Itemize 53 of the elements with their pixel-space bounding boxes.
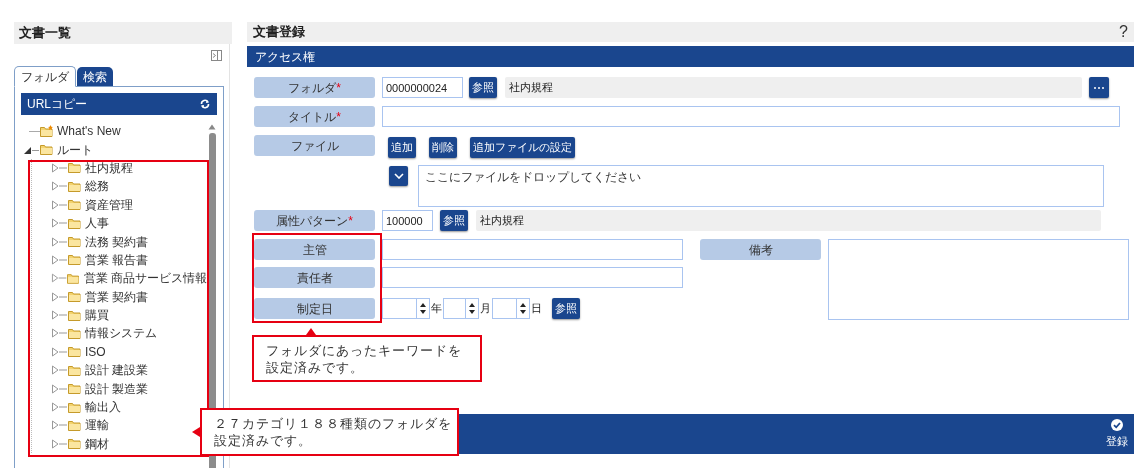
tree-item[interactable]: 設計 建設業 <box>85 361 149 380</box>
callout-text: 設定済みです。 <box>266 359 365 376</box>
section-title: アクセス権 <box>255 48 315 66</box>
field-label: 責任者 <box>254 267 375 288</box>
tree-item[interactable]: What's New <box>57 122 121 141</box>
tree-item[interactable]: 購買 <box>85 306 109 325</box>
field-label: 制定日 <box>254 298 375 319</box>
tab[interactable]: フォルダ <box>14 66 76 87</box>
tree-item[interactable]: 総務 <box>85 177 109 196</box>
folder-id-field[interactable]: 0000000024 <box>382 77 463 98</box>
file-button[interactable]: 追加 <box>388 137 416 158</box>
drop-area[interactable]: ここにファイルをドロップしてください <box>418 165 1104 207</box>
field-label: タイトル* <box>254 106 375 127</box>
date-unit: 年 <box>431 301 442 317</box>
panel-title: 文書登録 <box>253 23 305 42</box>
field-label: フォルダ* <box>254 77 375 98</box>
tree-item[interactable]: 営業 商品サービス情報 <box>83 269 207 288</box>
file-button[interactable]: 削除 <box>429 137 457 158</box>
tree-item[interactable]: 資産管理 <box>85 195 133 214</box>
attribute-name-field: 社内規程 <box>476 210 1101 231</box>
field-label: 備考 <box>700 239 821 260</box>
tree-item[interactable]: 営業 契約書 <box>85 287 149 306</box>
tree-item[interactable]: 法務 契約書 <box>85 232 149 251</box>
callout-text: 設定済みです。 <box>214 432 313 449</box>
date-unit: 月 <box>480 301 491 317</box>
url-copy-bar[interactable]: URLコピー <box>21 93 217 115</box>
callout-text: ２７カテゴリ１８８種類のフォルダを <box>214 415 453 432</box>
folder-name-field: 社内規程 <box>505 77 1082 98</box>
pattern-id-field[interactable]: 100000 <box>382 210 433 231</box>
tree-item[interactable]: 人事 <box>85 214 109 233</box>
field-label: 属性パターン* <box>254 210 375 231</box>
tree-item[interactable]: 営業 報告書 <box>85 250 149 269</box>
tree-item[interactable]: 情報システム <box>85 324 157 343</box>
tree-item[interactable]: 設計 製造業 <box>85 379 149 398</box>
callout-text: フォルダにあったキーワードを <box>266 342 463 359</box>
browse-button[interactable]: 参照 <box>469 77 497 98</box>
tab[interactable]: 検索 <box>77 67 113 86</box>
tree-item[interactable]: ISO <box>85 342 106 361</box>
tree-item[interactable]: 運輸 <box>85 416 109 435</box>
browse-button[interactable]: 参照 <box>552 298 580 319</box>
tree-item[interactable]: 鋼材 <box>85 434 109 453</box>
help-button[interactable]: ? <box>1119 24 1128 40</box>
browse-button[interactable]: 参照 <box>440 210 468 231</box>
tree-item[interactable]: 社内規程 <box>85 158 133 177</box>
field-label: ファイル <box>254 135 375 156</box>
panel-title: 文書一覧 <box>19 24 71 43</box>
tree-item[interactable]: ルート <box>57 140 93 159</box>
tree-item[interactable]: 輸出入 <box>85 398 121 417</box>
register-button[interactable]: 登録 <box>1106 418 1128 450</box>
file-button[interactable]: 追加ファイルの設定 <box>470 137 575 158</box>
date-unit: 日 <box>531 301 542 317</box>
url-copy-label[interactable]: URLコピー <box>27 95 87 113</box>
field-label: 主管 <box>254 239 375 260</box>
